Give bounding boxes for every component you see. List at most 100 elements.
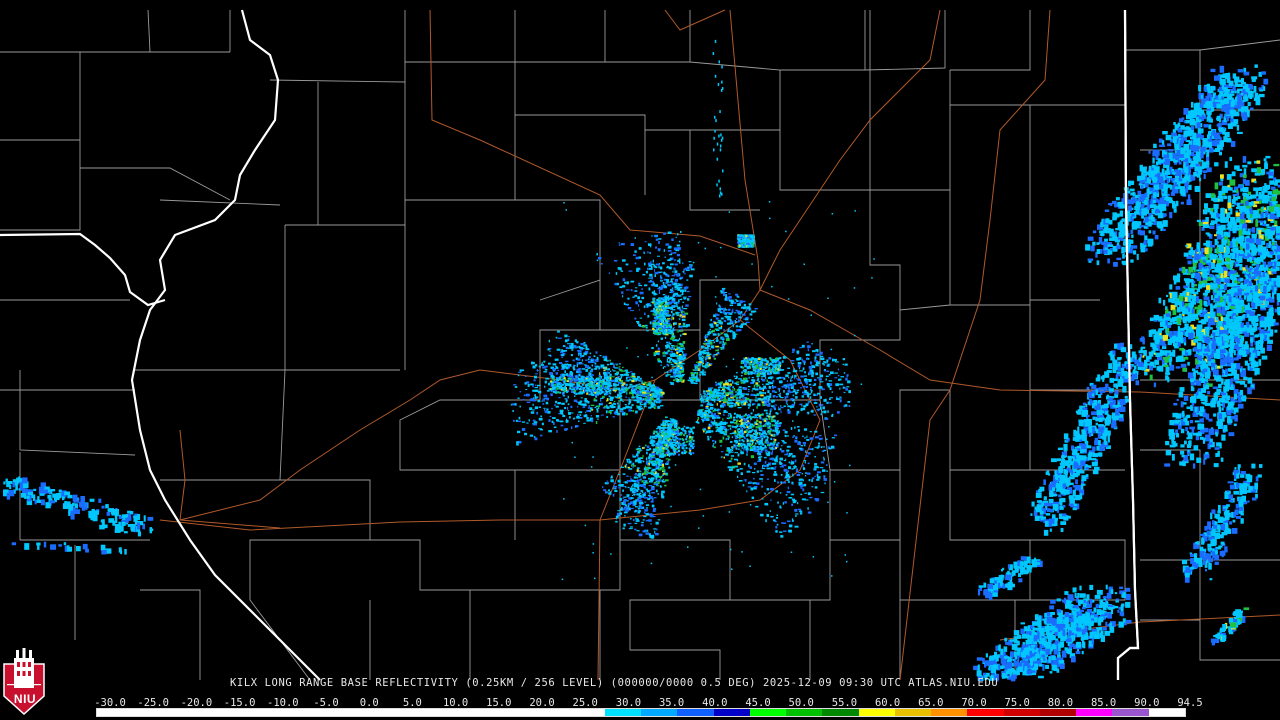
echo-pixel	[636, 530, 640, 532]
echo-pixel	[790, 427, 793, 430]
echo-pixel	[534, 396, 537, 400]
echo-pixel	[655, 246, 658, 249]
echo-pixel	[758, 458, 762, 462]
echo-pixel	[669, 423, 672, 426]
echo-pixel	[606, 363, 610, 366]
echo-pixel	[746, 397, 750, 400]
echo-pixel	[794, 508, 798, 512]
echo-pixel	[652, 313, 655, 316]
echo-pixel	[816, 473, 819, 477]
echo-pixel	[651, 452, 656, 455]
echo-pixel	[657, 347, 660, 350]
echo-pixel	[517, 374, 520, 377]
echo-pixel	[653, 303, 656, 306]
echo-pixel	[764, 502, 768, 506]
echo-pixel	[777, 481, 780, 484]
echo-pixel	[657, 453, 660, 456]
echo-pixel	[776, 421, 778, 424]
echo-pixel	[569, 345, 572, 348]
echo-pixel	[530, 411, 535, 414]
echo-pixel	[606, 376, 610, 380]
echo-pixel	[550, 393, 553, 397]
echo-pixel	[588, 394, 592, 396]
echo-pixel	[566, 373, 569, 376]
echo-pixel	[760, 394, 764, 397]
echo-pixel	[614, 282, 618, 286]
echo-pixel	[686, 290, 690, 293]
echo-pixel	[673, 448, 676, 451]
echo-pixel	[652, 394, 655, 397]
echo-pixel	[673, 443, 676, 446]
echo-pixel	[657, 432, 660, 435]
echo-pixel	[741, 405, 743, 407]
echo-pixel	[722, 403, 726, 407]
echo-pixel	[716, 329, 720, 331]
echo-pixel	[728, 327, 730, 330]
echo-pixel	[742, 392, 746, 395]
echo-pixel	[653, 449, 657, 452]
echo-pixel	[683, 451, 686, 454]
echo-pixel	[582, 406, 586, 409]
echo-pixel	[584, 400, 588, 403]
echo-pixel	[727, 424, 732, 427]
echo-pixel	[778, 395, 782, 397]
echo-pixel	[535, 384, 537, 386]
echo-pixel	[785, 471, 788, 475]
echo-pixel	[625, 388, 627, 392]
echo-pixel	[791, 518, 793, 521]
echo-pixel	[622, 366, 624, 368]
echo-pixel	[541, 362, 543, 364]
echo-pixel	[662, 366, 665, 369]
echo-pixel	[623, 501, 626, 504]
echo-pixel	[675, 450, 678, 453]
echo-pixel	[597, 365, 600, 368]
echo-pixel	[814, 475, 817, 477]
echo-pixel	[760, 513, 764, 517]
echo-pixel	[720, 381, 723, 383]
echo-pixel	[672, 339, 677, 342]
echo-pixel	[612, 370, 616, 372]
echo-pixel	[651, 347, 654, 350]
echo-pixel	[771, 446, 774, 449]
echo-pixel	[710, 331, 713, 333]
echo-pixel	[732, 331, 736, 334]
echo-pixel	[670, 279, 673, 281]
echo-pixel	[591, 376, 593, 378]
echo-pixel	[561, 402, 565, 405]
echo-pixel	[782, 502, 785, 505]
echo-pixel	[744, 422, 747, 425]
echo-pixel	[665, 420, 670, 423]
echo-pixel	[577, 358, 581, 361]
echo-pixel	[827, 384, 830, 386]
echo-pixel	[793, 466, 796, 470]
echo-pixel	[753, 384, 756, 388]
echo-pixel	[526, 401, 531, 403]
echo-pixel	[587, 358, 590, 361]
echo-pixel	[717, 423, 722, 425]
echo-pixel	[753, 447, 756, 450]
echo-pixel	[733, 412, 736, 415]
echo-pixel	[638, 247, 642, 250]
echo-pixel	[663, 249, 666, 252]
echo-pixel	[735, 318, 738, 320]
echo-pixel	[685, 304, 689, 307]
echo-pixel	[623, 499, 627, 502]
echo-pixel	[546, 408, 549, 411]
echo-pixel	[548, 339, 550, 343]
echo-pixel	[738, 389, 743, 391]
echo-pixel	[814, 466, 818, 468]
echo-pixel	[676, 314, 680, 317]
echo-pixel	[678, 323, 682, 325]
echo-pixel	[562, 415, 566, 418]
echo-pixel	[690, 445, 692, 448]
echo-pixel	[544, 385, 546, 388]
echo-pixel	[737, 475, 739, 478]
echo-pixel	[590, 415, 592, 417]
echo-pixel	[819, 374, 824, 378]
echo-pixel	[716, 337, 718, 340]
echo-pixel	[519, 391, 522, 393]
echo-pixel	[797, 379, 801, 381]
echo-pixel	[631, 464, 633, 467]
echo-pixel	[751, 425, 754, 428]
echo-pixel	[555, 366, 559, 369]
